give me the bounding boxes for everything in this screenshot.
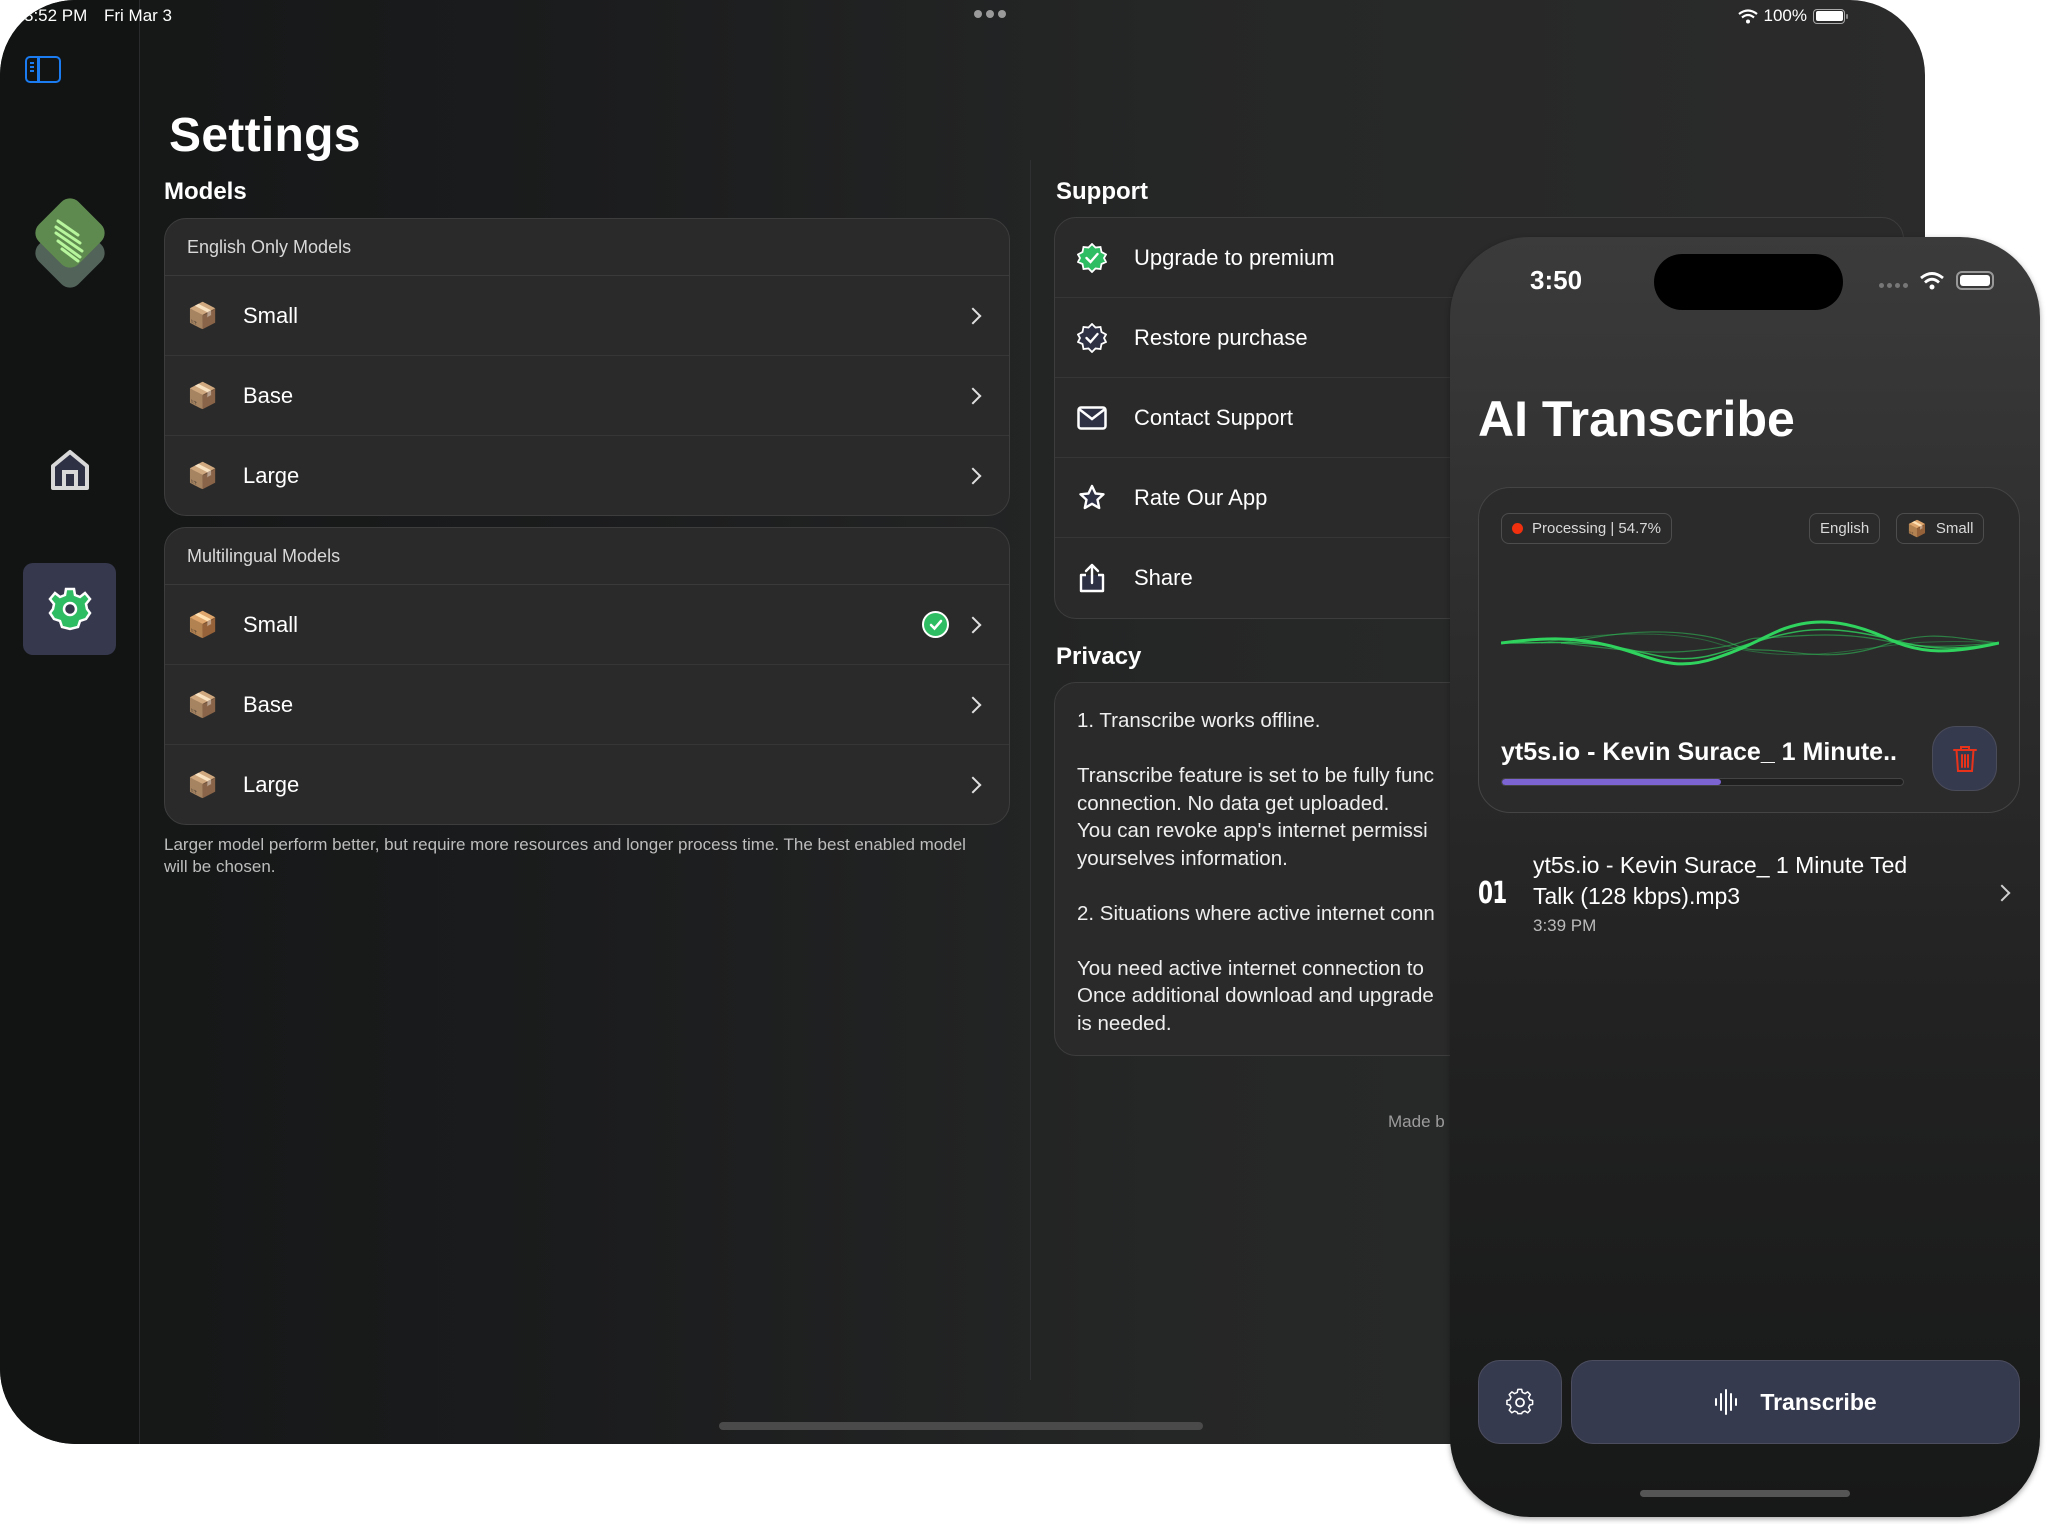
recording-dot-icon	[1512, 523, 1523, 534]
model-label: Large	[243, 772, 300, 797]
chevron-right-icon	[964, 467, 982, 485]
support-section-title: Support	[1056, 178, 1148, 205]
processing-status-text: Processing | 54.7%	[1532, 520, 1661, 537]
model-row-english-base[interactable]: 📦 Base	[165, 356, 1009, 436]
status-date: Fri Mar 3	[104, 6, 172, 25]
app-title: AI Transcribe	[1478, 391, 1795, 447]
iphone-screen: 3:50 AI Transcribe Processing | 54.7% En…	[1450, 237, 2040, 1517]
gear-icon	[47, 587, 92, 631]
multitasking-dots-icon[interactable]	[974, 10, 1006, 18]
model-row-multilingual-small[interactable]: 📦 Small	[165, 585, 1009, 665]
language-badge: English	[1809, 513, 1881, 544]
model-label: Small	[243, 611, 299, 637]
transcribe-button[interactable]: Transcribe	[1571, 1360, 2020, 1444]
transcribe-label: Transcribe	[1760, 1388, 1877, 1415]
envelope-icon	[1077, 403, 1107, 433]
support-label: Contact Support	[1134, 404, 1293, 430]
multilingual-models-card: Multilingual Models 📦 Small 📦 Base 📦 Lar…	[164, 527, 1010, 825]
phone-status-time: 3:50	[1530, 265, 1583, 295]
model-label: Base	[243, 382, 294, 408]
english-models-card: English Only Models 📦 Small 📦 Base 📦 Lar…	[164, 218, 1010, 516]
waveform-visualization	[1501, 620, 1999, 666]
house-icon	[51, 450, 89, 490]
status-time: 3:52 PM	[24, 6, 88, 25]
group-header: English Only Models	[165, 219, 1009, 276]
package-icon: 📦	[187, 301, 219, 330]
package-icon: 📦	[187, 462, 219, 490]
app-logo	[30, 195, 110, 291]
settings-button[interactable]	[1478, 1360, 1562, 1444]
sidebar-item-settings[interactable]	[23, 563, 116, 655]
current-job-card: Processing | 54.7% English 📦 Small yt5s.…	[1478, 487, 2020, 813]
chevron-right-icon	[964, 307, 982, 324]
model-text: Small	[1935, 520, 1974, 537]
battery-percent: 100%	[1763, 6, 1807, 25]
sidebar	[0, 0, 140, 1444]
history-index: 01	[1478, 875, 1507, 911]
gear-icon	[1506, 1388, 1534, 1415]
history-time: 3:39 PM	[1533, 916, 1597, 935]
waveform-icon	[1715, 1389, 1738, 1415]
support-label: Restore purchase	[1134, 324, 1308, 350]
wifi-icon	[1920, 271, 1944, 289]
job-title: yt5s.io - Kevin Surace_ 1 Minute...	[1501, 738, 1896, 766]
chevron-right-icon	[1993, 884, 2011, 902]
home-indicator[interactable]	[719, 1422, 1203, 1430]
share-icon	[1077, 563, 1107, 593]
home-indicator[interactable]	[1640, 1490, 1850, 1497]
cellular-signal-icon	[1879, 283, 1908, 288]
model-label: Small	[243, 302, 299, 328]
wifi-icon	[1737, 8, 1758, 23]
sidebar-item-home[interactable]	[45, 445, 95, 495]
model-row-english-large[interactable]: 📦 Large	[165, 436, 1009, 515]
star-icon	[1077, 483, 1107, 513]
support-label: Rate Our App	[1134, 484, 1268, 510]
chevron-right-icon	[964, 616, 982, 633]
group-header: Multilingual Models	[165, 528, 1009, 585]
verified-badge-icon	[1077, 242, 1107, 273]
history-list-item[interactable]: 01 yt5s.io - Kevin Surace_ 1 Minute Ted …	[1478, 849, 2020, 937]
privacy-section-title: Privacy	[1056, 643, 1142, 670]
language-text: English	[1820, 520, 1870, 537]
checkmark-circle-icon	[922, 611, 949, 638]
models-footnote: Larger model perform better, but require…	[164, 835, 966, 876]
page-title: Settings	[169, 109, 361, 162]
battery-icon	[1956, 271, 1994, 290]
package-icon: 📦	[187, 690, 219, 719]
support-label: Share	[1134, 565, 1193, 590]
model-label: Large	[243, 463, 300, 488]
chevron-right-icon	[964, 387, 982, 404]
history-file-name: yt5s.io - Kevin Surace_ 1 Minute Ted Tal…	[1533, 852, 1908, 909]
ipad-status-bar: 3:52 PM Fri Mar 3 100%	[24, 6, 1848, 30]
badge-check-outline-icon	[1077, 322, 1107, 353]
models-section-title: Models	[164, 178, 247, 205]
sidebar-toggle-icon[interactable]	[25, 56, 61, 83]
column-divider	[1030, 160, 1031, 1380]
package-icon: 📦	[187, 381, 219, 410]
package-icon: 📦	[187, 771, 219, 799]
battery-icon	[1813, 8, 1848, 24]
dynamic-island	[1654, 254, 1843, 310]
chevron-right-icon	[964, 776, 982, 794]
phone-status-icons	[1879, 271, 1994, 290]
package-icon: 📦	[1907, 520, 1927, 538]
model-row-english-small[interactable]: 📦 Small	[165, 276, 1009, 356]
model-label: Base	[243, 691, 294, 717]
chevron-right-icon	[964, 696, 982, 713]
model-row-multilingual-base[interactable]: 📦 Base	[165, 665, 1009, 745]
trash-icon	[1952, 745, 1977, 772]
job-progress-bar	[1501, 778, 1904, 786]
support-label: Upgrade to premium	[1134, 244, 1335, 270]
delete-job-button[interactable]	[1932, 726, 1997, 791]
model-badge: 📦 Small	[1896, 513, 1985, 544]
model-row-multilingual-large[interactable]: 📦 Large	[165, 745, 1009, 824]
processing-status-badge: Processing | 54.7%	[1501, 513, 1672, 544]
package-icon: 📦	[187, 610, 219, 639]
job-progress-fill	[1502, 779, 1722, 785]
made-by-text: Made b	[1388, 1112, 1445, 1131]
